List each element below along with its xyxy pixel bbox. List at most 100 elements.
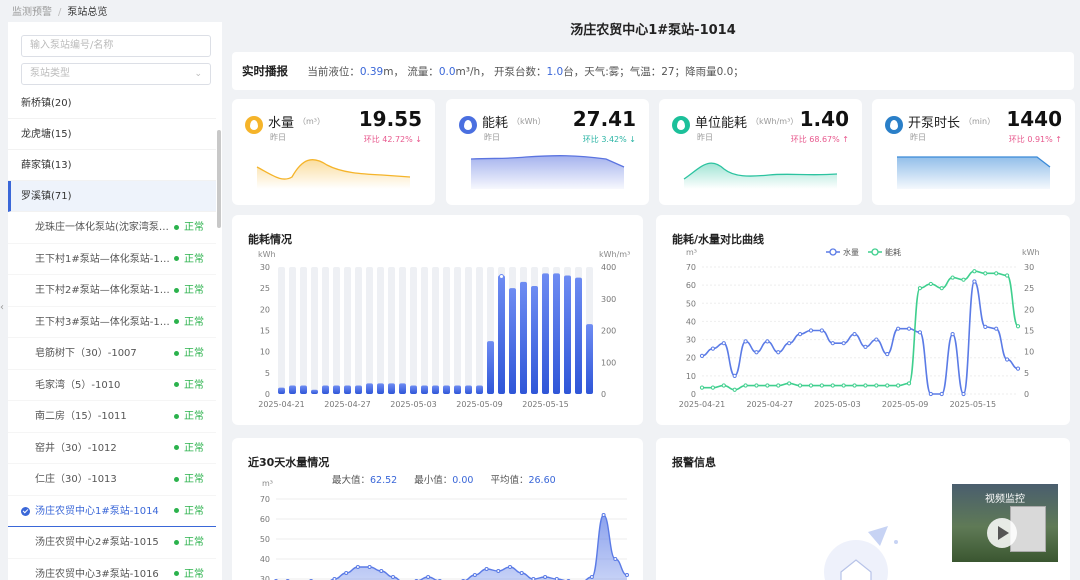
area-point <box>472 573 477 577</box>
bar-background <box>399 267 406 394</box>
area-fill <box>331 515 627 580</box>
y-tick-label: 10 <box>686 372 696 381</box>
sidebar-scrollbar[interactable] <box>217 130 221 228</box>
y-tick-label: 15 <box>260 327 270 336</box>
level-value: 0.39 <box>359 66 384 78</box>
realtime-broadcast: 实时播报 当前液位：0.39m， 流量：0.0m³/h， 开泵台数：1.0台，天… <box>232 52 1074 90</box>
chevron-left-icon[interactable]: ‹ <box>0 302 4 320</box>
video-monitor-thumbnail[interactable]: 视频监控 <box>952 484 1058 562</box>
y2-tick-label: 100 <box>601 358 616 367</box>
series-point <box>841 383 846 388</box>
card-sub: 昨日 <box>697 133 713 142</box>
station-tree: 新桥镇(20) 龙虎塘(15) 薛家镇(13) 罗溪镇(71) 龙珠庄一体化泵站… <box>8 88 216 580</box>
bar <box>476 385 483 394</box>
status-badge: 正常 <box>174 433 204 464</box>
x-tick-label: 2025-05-09 <box>456 400 503 409</box>
station-name: 仁庄（30）-1013 <box>35 474 117 485</box>
station-item[interactable]: 王下村2#泵站—体化泵站-1004 正常 <box>8 275 216 307</box>
station-item[interactable]: 王下村3#泵站—体化泵站-1005 正常 <box>8 307 216 338</box>
bar-background <box>432 267 439 394</box>
tree-group-xinqiao[interactable]: 新桥镇(20) <box>8 88 216 119</box>
series-point <box>776 383 781 388</box>
station-name: 皂筋树下（30）-1007 <box>35 348 137 359</box>
area-point <box>519 571 524 575</box>
y-tick-label: 0 <box>691 390 696 399</box>
card-sub: 昨日 <box>270 133 286 142</box>
tree-group-luoxi[interactable]: 罗溪镇(71) <box>8 181 216 212</box>
area-point <box>589 575 594 579</box>
station-item[interactable]: 南二房（15）-1011 正常 <box>8 401 216 433</box>
station-name: 汤庄农贸中心1#泵站-1014 <box>35 505 159 517</box>
area-point <box>508 565 512 569</box>
series-point <box>808 328 814 333</box>
series-point <box>950 275 955 280</box>
series-point <box>787 341 792 346</box>
y2-tick-label: 20 <box>1024 305 1034 314</box>
station-item[interactable]: 王下村1#泵站—体化泵站-1003 正常 <box>8 244 216 275</box>
station-name: 王下村3#泵站—体化泵站-1005 <box>35 316 173 328</box>
series-point <box>721 341 726 346</box>
series-point <box>950 332 955 337</box>
y-tick-label: 50 <box>260 535 270 544</box>
series-point <box>710 346 715 351</box>
unit-energy-icon <box>672 116 690 134</box>
series-point <box>754 383 759 388</box>
station-name: 毛家湾（5）-1010 <box>35 379 121 391</box>
card-label: 开泵时长 <box>908 116 961 131</box>
series-point <box>896 383 901 388</box>
x-tick-label: 2025-05-03 <box>814 400 861 409</box>
card-sub: 昨日 <box>484 133 500 142</box>
series-point <box>1015 366 1021 371</box>
station-item[interactable]: 龙珠庄一体化泵站(沈家湾泵站... 正常 <box>8 212 216 244</box>
station-item[interactable]: 仁庄（30）-1013 正常 <box>8 464 216 496</box>
breadcrumb-parent[interactable]: 监测预警 <box>12 7 52 18</box>
series-point <box>743 383 748 388</box>
bar <box>344 385 351 394</box>
series-line <box>702 270 1019 391</box>
energy-drop-icon <box>459 116 477 134</box>
legend-label: 水量 <box>843 247 859 257</box>
y2-axis-label: kWh/m³ <box>599 250 630 259</box>
station-type-placeholder: 泵站类型 <box>30 68 70 79</box>
x-tick-label: 2025-05-09 <box>882 400 929 409</box>
area-point <box>613 557 618 561</box>
series-point <box>765 339 770 344</box>
area-point <box>344 571 349 575</box>
bar-background <box>333 267 340 394</box>
y2-tick-label: 5 <box>1024 369 1029 378</box>
bar-background <box>289 267 296 394</box>
series-point <box>1005 357 1010 362</box>
tree-group-xuejia[interactable]: 薛家镇(13) <box>8 150 216 181</box>
unit-energy-sparkline <box>683 162 838 189</box>
broadcast-rest: 台，天气:雾；气温：27；降雨量0.0； <box>563 66 744 78</box>
status-badge: 正常 <box>174 338 204 369</box>
area-point <box>601 513 606 517</box>
series-point <box>819 328 824 333</box>
check-circle-icon <box>21 506 30 516</box>
station-item-selected[interactable]: 汤庄农贸中心1#泵站-1014 正常 <box>8 496 216 527</box>
series-point <box>994 326 999 331</box>
card-compare: 环比 68.67% ↑ <box>790 135 849 144</box>
station-item[interactable]: 汤庄农贸中心3#泵站-1016 正常 <box>8 559 216 580</box>
station-item[interactable]: 窑井（30）-1012 正常 <box>8 433 216 464</box>
y-tick-label: 30 <box>260 575 270 580</box>
station-item[interactable]: 汤庄农贸中心2#泵站-1015 正常 <box>8 527 216 559</box>
station-search-input[interactable]: 输入泵站编号/名称 <box>21 35 211 57</box>
bar <box>333 385 340 394</box>
series-point <box>699 353 705 358</box>
series-point <box>863 383 868 388</box>
status-badge: 正常 <box>174 370 204 401</box>
bar <box>498 275 505 394</box>
card-compare: 环比 3.42% ↓ <box>582 135 636 144</box>
series-point <box>830 383 835 388</box>
station-item[interactable]: 皂筋树下（30）-1007 正常 <box>8 338 216 370</box>
y-tick-label: 70 <box>260 495 270 504</box>
play-icon[interactable] <box>987 518 1017 548</box>
series-point <box>874 337 879 342</box>
station-name: 汤庄农贸中心2#泵站-1015 <box>35 537 159 548</box>
x-tick-label: 2025-05-03 <box>390 400 437 409</box>
tree-group-longhutang[interactable]: 龙虎塘(15) <box>8 119 216 150</box>
series-point <box>830 341 835 346</box>
station-item[interactable]: 毛家湾（5）-1010 正常 <box>8 370 216 401</box>
station-type-select[interactable]: 泵站类型 ⌄ <box>21 63 211 85</box>
